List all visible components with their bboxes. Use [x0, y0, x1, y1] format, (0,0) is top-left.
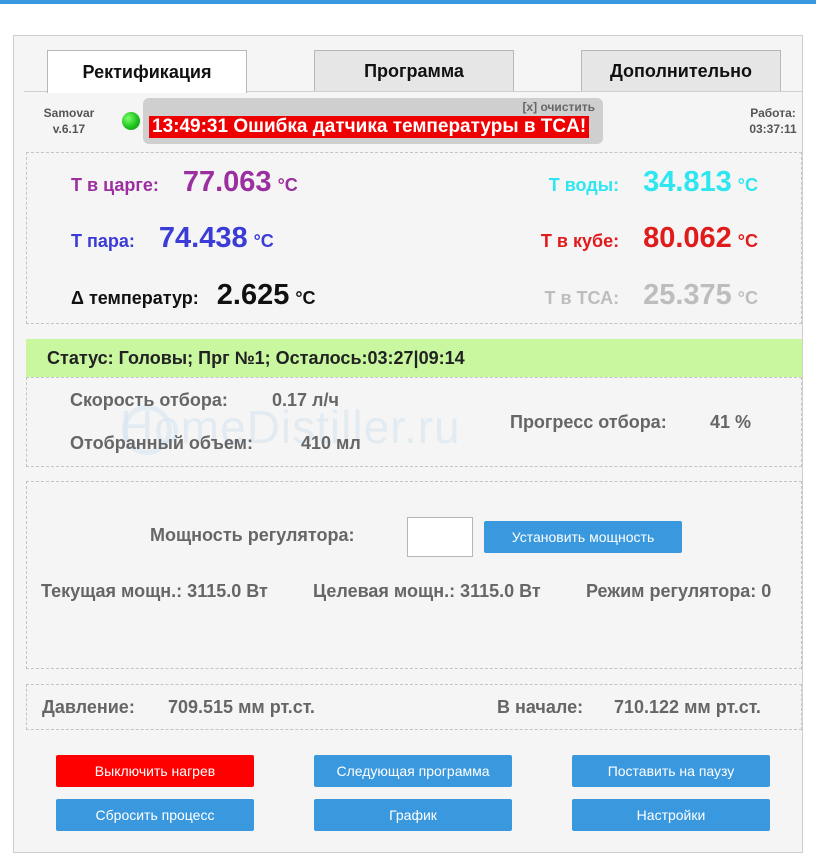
cube-temp: Т в кубе: 80.062 °C	[541, 222, 758, 258]
start-pressure-value: 710.122 мм рт.ст.	[614, 697, 761, 717]
delta-temp-value: 2.625	[216, 279, 290, 311]
heat-off-button[interactable]: Выключить нагрев	[56, 755, 254, 787]
speed-label: Скорость отбора:	[70, 390, 228, 410]
power-panel	[26, 481, 802, 669]
start-pressure-label: В начале:	[497, 697, 584, 717]
clear-messages-link[interactable]: [x] очистить	[522, 100, 595, 114]
delta-temp: Δ температур: 2.625 °C	[71, 279, 316, 315]
app-version: v.6.17	[52, 122, 86, 136]
status-text: Статус: Головы; Прг №1; Осталось:03:27|0…	[47, 348, 465, 368]
tab-label: Ректификация	[82, 61, 212, 82]
tab-label: Дополнительно	[609, 60, 753, 81]
progress-label: Прогресс отбора:	[510, 412, 667, 432]
regulator-mode: Режим регулятора: 0	[586, 581, 772, 601]
volume-value: 410 мл	[301, 433, 361, 453]
steam-temp-label: Т пара:	[71, 231, 135, 251]
power-input[interactable]	[407, 517, 473, 557]
target-power: Целевая мощн.: 3115.0 Вт	[313, 581, 541, 601]
water-temp-label: Т воды:	[548, 175, 620, 195]
tab-additional[interactable]: Дополнительно	[581, 50, 781, 91]
status-bar: Статус: Головы; Прг №1; Осталось:03:27|0…	[26, 339, 802, 377]
work-time-value: 03:37:11	[749, 122, 797, 136]
tab-program[interactable]: Программа	[314, 50, 514, 91]
error-message: 13:49:31 Ошибка датчика температуры в TC…	[149, 116, 590, 138]
tsa-temp-label: Т в ТСА:	[544, 288, 620, 308]
pressure-value: 709.515 мм рт.ст.	[168, 697, 315, 717]
work-time-label: Работа:	[750, 106, 796, 120]
column-temp-label: Т в царге:	[71, 175, 159, 195]
water-temp-value: 34.813	[643, 166, 732, 198]
power-label: Мощность регулятора:	[150, 525, 355, 545]
tsa-temp-value: 25.375	[643, 279, 732, 311]
cube-temp-unit: °C	[737, 231, 758, 251]
top-accent-bar	[0, 0, 816, 4]
delta-temp-unit: °C	[295, 288, 316, 308]
steam-temp: Т пара: 74.438 °C	[71, 222, 274, 258]
water-temp-unit: °C	[737, 175, 758, 195]
steam-temp-value: 74.438	[158, 222, 248, 254]
speed-value: 0.17 л/ч	[272, 390, 339, 410]
next-program-button[interactable]: Следующая программа	[314, 755, 512, 787]
progress-value: 41 %	[710, 412, 752, 432]
set-power-button[interactable]: Установить мощность	[484, 521, 682, 553]
column-temp-value: 77.063	[182, 166, 272, 198]
pressure-label: Давление:	[42, 697, 135, 717]
pause-button[interactable]: Поставить на паузу	[572, 755, 770, 787]
water-temp: Т воды: 34.813 °C	[549, 166, 758, 202]
tab-label: Программа	[364, 60, 464, 81]
reset-process-button[interactable]: Сбросить процесс	[56, 799, 254, 831]
steam-temp-unit: °C	[253, 231, 274, 251]
tsa-temp-unit: °C	[737, 288, 758, 308]
delta-temp-label: Δ температур:	[71, 288, 199, 308]
tsa-temp: Т в ТСА: 25.375 °C	[544, 279, 758, 315]
chart-button[interactable]: График	[314, 799, 512, 831]
volume-label: Отобранный объем:	[70, 433, 253, 453]
cube-temp-value: 80.062	[643, 222, 732, 254]
cube-temp-label: Т в кубе:	[540, 231, 620, 251]
tab-rectification[interactable]: Ректификация	[47, 50, 247, 93]
column-temp: Т в царге: 77.063 °C	[71, 166, 298, 202]
app-name: Samovar	[43, 106, 95, 120]
settings-button[interactable]: Настройки	[572, 799, 770, 831]
column-temp-unit: °C	[277, 175, 298, 195]
current-power: Текущая мощн.: 3115.0 Вт	[41, 581, 268, 601]
message-box: [x] очистить 13:49:31 Ошибка датчика тем…	[143, 98, 603, 144]
connection-status-indicator	[122, 112, 140, 130]
